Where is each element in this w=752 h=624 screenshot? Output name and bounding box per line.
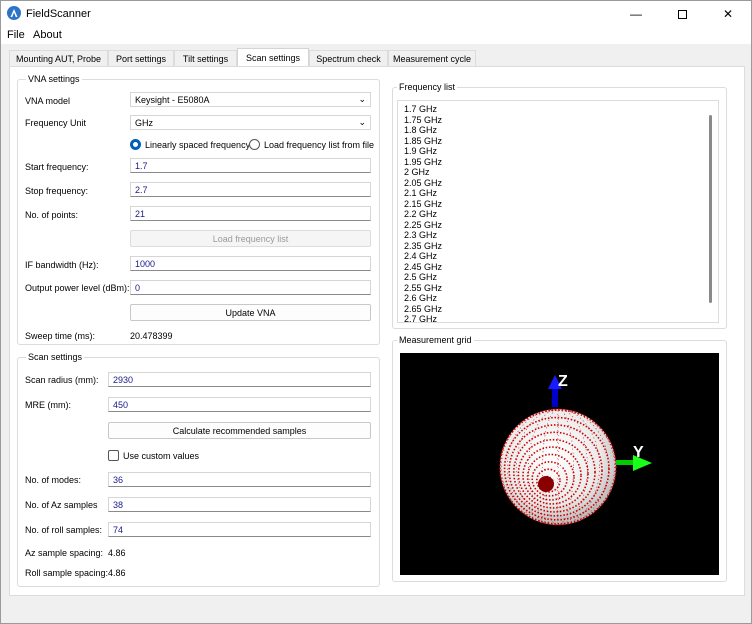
frequency-unit-value: GHz <box>135 118 153 128</box>
az-spacing-value: 4.86 <box>108 548 126 558</box>
roll-spacing-value: 4.86 <box>108 568 126 578</box>
title-bar: FieldScanner — ✕ <box>1 1 751 27</box>
vna-model-label: VNA model <box>25 96 71 106</box>
frequency-list-item[interactable]: 2.1 GHz <box>398 188 718 199</box>
num-points-input[interactable]: 21 <box>130 206 371 221</box>
num-modes-label: No. of modes: <box>25 475 82 485</box>
frequency-list-item[interactable]: 2.35 GHz <box>398 241 718 252</box>
sphere-plot: Z Y <box>499 373 652 526</box>
z-axis-icon <box>552 389 558 407</box>
mre-input[interactable]: 450 <box>108 397 371 412</box>
tab-tilt-settings[interactable]: Tilt settings <box>174 50 237 67</box>
vna-model-value: Keysight - E5080A <box>135 95 210 105</box>
start-frequency-input[interactable]: 1.7 <box>130 158 371 173</box>
tab-spectrum-check[interactable]: Spectrum check <box>309 50 388 67</box>
num-points-label: No. of points: <box>25 210 79 220</box>
minimize-icon: — <box>630 7 642 21</box>
sweep-time-label: Sweep time (ms): <box>25 331 96 341</box>
stop-frequency-input[interactable]: 2.7 <box>130 182 371 197</box>
tab-port-settings[interactable]: Port settings <box>108 50 174 67</box>
roll-spacing-label: Roll sample spacing: <box>25 568 109 578</box>
radio-linear[interactable] <box>130 139 141 150</box>
calculate-samples-button[interactable]: Calculate recommended samples <box>108 422 371 439</box>
frequency-unit-label: Frequency Unit <box>25 118 87 128</box>
frequency-list-item[interactable]: 1.8 GHz <box>398 125 718 136</box>
num-az-samples-input[interactable]: 38 <box>108 497 371 512</box>
frequency-list-item[interactable]: 2.4 GHz <box>398 251 718 262</box>
az-spacing-label: Az sample spacing: <box>25 548 104 558</box>
vna-settings-title: VNA settings <box>26 74 82 84</box>
scan-settings-title: Scan settings <box>26 352 85 362</box>
update-vna-button[interactable]: Update VNA <box>130 304 371 321</box>
frequency-list-item[interactable]: 2.45 GHz <box>398 262 718 273</box>
scan-radius-label: Scan radius (mm): <box>25 375 99 385</box>
scan-radius-input[interactable]: 2930 <box>108 372 371 387</box>
y-axis-label: Y <box>633 444 644 461</box>
frequency-unit-select[interactable]: GHz ⌄ <box>130 115 371 130</box>
radio-linear-label[interactable]: Linearly spaced frequency <box>145 140 250 150</box>
frequency-list-item[interactable]: 2.65 GHz <box>398 304 718 315</box>
num-modes-input[interactable]: 36 <box>108 472 371 487</box>
vna-model-select[interactable]: Keysight - E5080A ⌄ <box>130 92 371 107</box>
use-custom-values-checkbox[interactable] <box>108 450 119 461</box>
sphere-pole <box>538 476 554 492</box>
frequency-list-item[interactable]: 2.15 GHz <box>398 199 718 210</box>
frequency-list-item[interactable]: 1.9 GHz <box>398 146 718 157</box>
radio-load-file-label[interactable]: Load frequency list from file <box>264 140 374 150</box>
measurement-grid-view[interactable]: Z Y <box>400 353 719 575</box>
minimize-button[interactable]: — <box>613 1 659 27</box>
frequency-list-item[interactable]: 2.3 GHz <box>398 230 718 241</box>
num-roll-samples-label: No. of roll samples: <box>25 525 103 535</box>
menu-bar: File About <box>1 27 751 44</box>
frequency-list-item[interactable]: 2.7 GHz <box>398 314 718 322</box>
frequency-list-title: Frequency list <box>397 82 458 92</box>
frequency-list-item[interactable]: 2 GHz <box>398 167 718 178</box>
tab-mounting[interactable]: Mounting AUT, Probe <box>9 50 108 67</box>
frequency-list-item[interactable]: 2.5 GHz <box>398 272 718 283</box>
maximize-icon <box>677 9 687 19</box>
frequency-list-item[interactable]: 1.85 GHz <box>398 136 718 147</box>
window-title: FieldScanner <box>26 8 91 20</box>
sweep-time-value: 20.478399 <box>130 331 173 341</box>
tab-measurement-cycle[interactable]: Measurement cycle <box>388 50 476 67</box>
num-roll-samples-input[interactable]: 74 <box>108 522 371 537</box>
if-bandwidth-label: IF bandwidth (Hz): <box>25 260 99 270</box>
frequency-list-item[interactable]: 2.2 GHz <box>398 209 718 220</box>
frequency-list-item[interactable]: 2.55 GHz <box>398 283 718 294</box>
radio-load-file[interactable] <box>249 139 260 150</box>
frequency-list-item[interactable]: 1.75 GHz <box>398 115 718 126</box>
chevron-down-icon: ⌄ <box>358 94 366 104</box>
measurement-grid-title: Measurement grid <box>397 335 474 345</box>
start-frequency-label: Start frequency: <box>25 162 89 172</box>
output-power-label: Output power level (dBm): <box>25 283 130 293</box>
mre-label: MRE (mm): <box>25 400 71 410</box>
chevron-down-icon: ⌄ <box>358 117 366 127</box>
output-power-input[interactable]: 0 <box>130 280 371 295</box>
if-bandwidth-input[interactable]: 1000 <box>130 256 371 271</box>
maximize-button[interactable] <box>659 1 705 27</box>
app-window: FieldScanner — ✕ File About Mounting AUT… <box>0 0 752 624</box>
frequency-list-item[interactable]: 1.7 GHz <box>398 104 718 115</box>
menu-about[interactable]: About <box>33 29 62 41</box>
close-icon: ✕ <box>722 7 734 21</box>
tab-scan-settings[interactable]: Scan settings <box>237 48 309 67</box>
frequency-list[interactable]: 1.7 GHz 1.75 GHz 1.8 GHz 1.85 GHz 1.9 GHz 1.9… <box>397 100 719 323</box>
app-logo-icon <box>7 6 21 20</box>
close-button[interactable]: ✕ <box>705 1 751 27</box>
menu-file[interactable]: File <box>7 29 25 41</box>
frequency-list-item[interactable]: 2.6 GHz <box>398 293 718 304</box>
num-az-samples-label: No. of Az samples <box>25 500 98 510</box>
frequency-list-item[interactable]: 1.95 GHz <box>398 157 718 168</box>
z-axis-label: Z <box>558 373 568 390</box>
frequency-list-item[interactable]: 2.05 GHz <box>398 178 718 189</box>
stop-frequency-label: Stop frequency: <box>25 186 89 196</box>
load-frequency-list-button[interactable]: Load frequency list <box>130 230 371 247</box>
scrollbar[interactable] <box>709 115 712 303</box>
frequency-list-item[interactable]: 2.25 GHz <box>398 220 718 231</box>
use-custom-values-label[interactable]: Use custom values <box>123 451 199 461</box>
